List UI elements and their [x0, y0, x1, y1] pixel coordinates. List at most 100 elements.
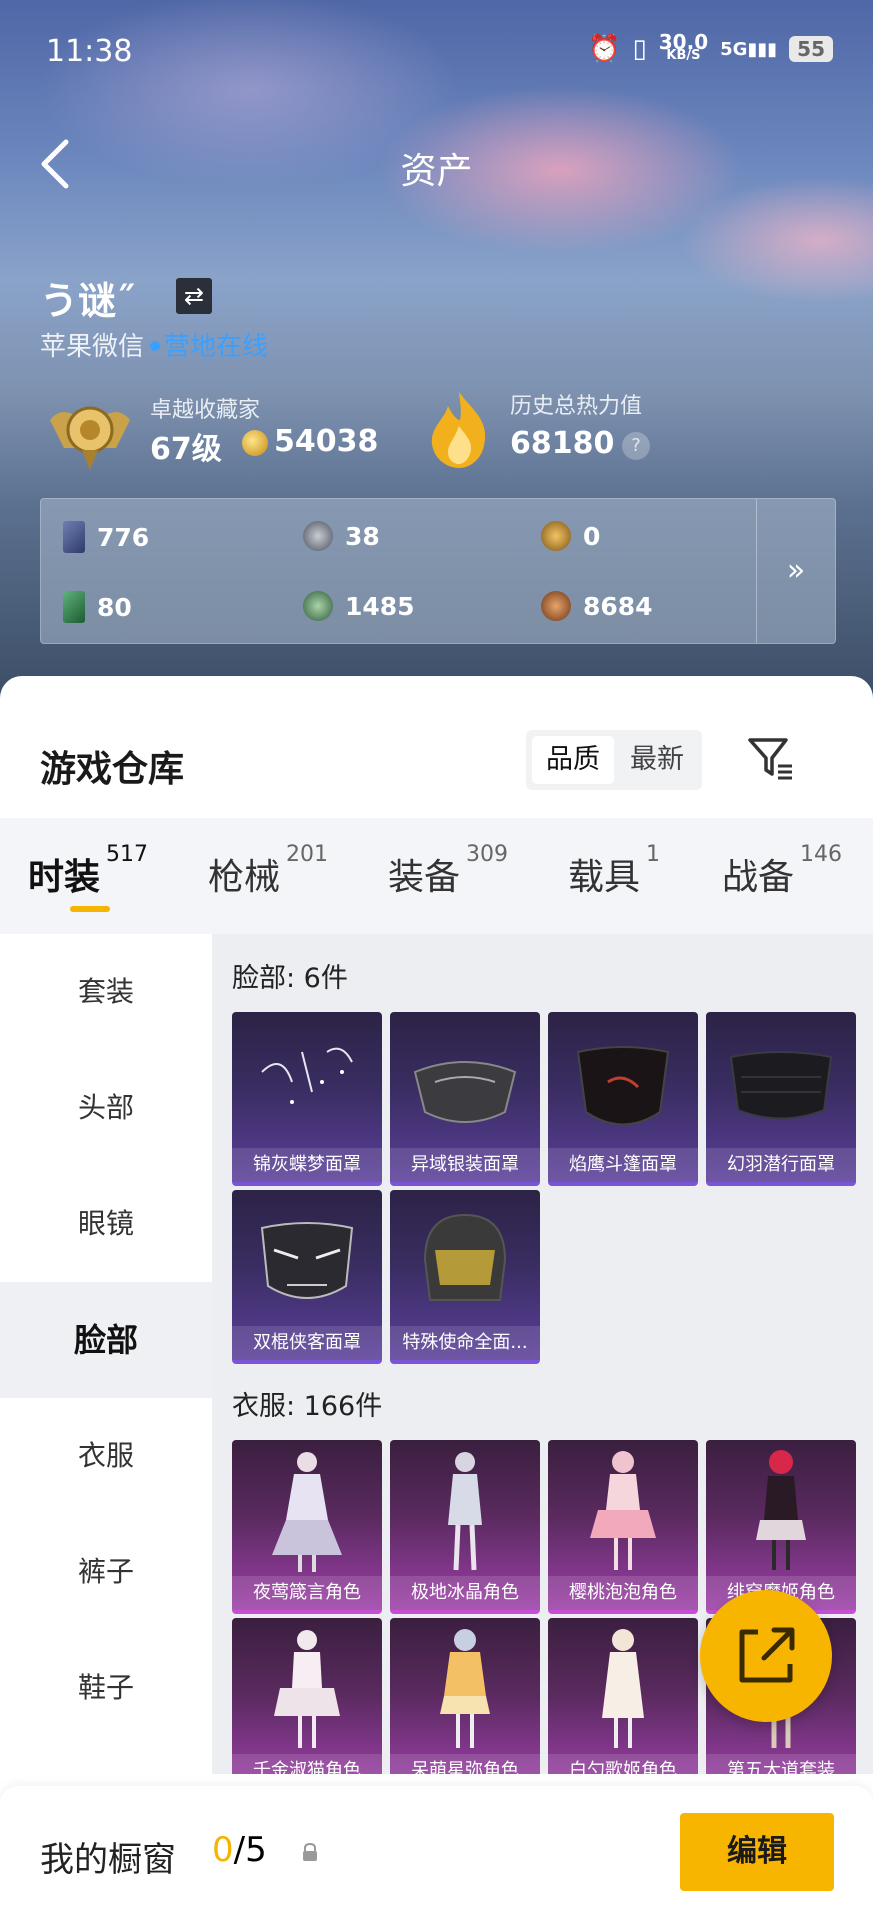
warehouse-title: 游戏仓库 — [40, 749, 185, 790]
sidebar-item-glasses[interactable]: 眼镜 — [0, 1166, 212, 1282]
item-card[interactable]: 夜莺箴言角色 — [232, 1440, 382, 1614]
tab-label: 装备 — [388, 857, 461, 898]
status-bar: 11:38 ⏰ ▯ 30.0 KB/S 5G▮▮▮ 55 — [46, 30, 833, 76]
item-card[interactable]: 千金淑猫角色 — [232, 1618, 382, 1774]
item-card[interactable]: 特殊使命全面... — [390, 1190, 540, 1364]
showcase-count: 0/5 — [212, 1830, 267, 1870]
resource-value: 0 — [583, 521, 601, 551]
item-card[interactable]: 幻羽潜行面罩 — [706, 1012, 856, 1186]
resource-value: 776 — [97, 522, 150, 552]
gold-emblem-icon — [541, 521, 571, 551]
section-title-clothes: 衣服: 166件 — [232, 1391, 383, 1422]
item-card[interactable]: 樱桃泡泡角色 — [548, 1440, 698, 1614]
page-title: 资产 — [400, 151, 473, 192]
item-name: 特殊使命全面... — [390, 1326, 540, 1360]
signal-5g-icon: 5G▮▮▮ — [720, 38, 778, 60]
collector-title: 卓越收藏家 — [150, 398, 261, 423]
lock-icon — [303, 1842, 317, 1861]
character-image — [440, 1629, 490, 1748]
resource-item[interactable]: 38 — [303, 521, 380, 551]
sort-newest-button[interactable]: 最新 — [616, 736, 698, 784]
section-title-face: 脸部: 6件 — [232, 963, 348, 994]
flame-icon — [431, 392, 486, 468]
item-name: 焰鹰斗篷面罩 — [548, 1148, 698, 1182]
tab-prep[interactable]: 战备146 — [722, 842, 842, 900]
sort-toggle: 品质 最新 — [526, 730, 702, 790]
sidebar-item-pants[interactable]: 裤子 — [0, 1514, 212, 1630]
sort-quality-button[interactable]: 品质 — [532, 736, 614, 784]
showcase-total: /5 — [233, 1830, 267, 1870]
filter-icon[interactable] — [746, 734, 794, 782]
resource-item[interactable]: 0 — [541, 521, 600, 551]
mask-image — [260, 1222, 354, 1299]
mask-image — [413, 1061, 517, 1123]
resources-more-button[interactable]: » — [756, 499, 835, 643]
edit-button[interactable]: 编辑 — [680, 1813, 834, 1891]
item-name: 双棍侠客面罩 — [232, 1326, 382, 1360]
showcase-label: 我的橱窗 — [40, 1840, 176, 1880]
item-name: 异域银装面罩 — [390, 1148, 540, 1182]
tab-equipment[interactable]: 装备309 — [388, 842, 508, 900]
item-card[interactable]: 绯穿魔姬角色 — [706, 1440, 856, 1614]
switch-account-icon[interactable]: ⇄ — [176, 278, 212, 314]
help-icon[interactable]: ? — [622, 432, 650, 460]
tab-label: 时装 — [28, 857, 101, 898]
item-card[interactable]: 焰鹰斗篷面罩 — [548, 1012, 698, 1186]
card-icon — [63, 521, 85, 553]
status-time: 11:38 — [46, 34, 133, 69]
coin-icon — [242, 430, 268, 456]
green-card-icon — [63, 591, 85, 623]
green-coin-icon — [303, 591, 333, 621]
character-image — [602, 1629, 644, 1748]
platform-status: 苹果微信 营地在线 — [40, 326, 268, 363]
tab-label: 载具 — [568, 857, 641, 898]
sidebar-item-suit[interactable]: 套装 — [0, 934, 212, 1050]
item-name: 幻羽潜行面罩 — [706, 1148, 856, 1182]
mask-image — [576, 1046, 670, 1126]
character-image — [590, 1451, 656, 1570]
tab-vehicles[interactable]: 载具1 — [568, 842, 660, 900]
item-card[interactable]: 极地冰晶角色 — [390, 1440, 540, 1614]
resource-value: 38 — [345, 521, 380, 551]
item-card[interactable]: 异域银装面罩 — [390, 1012, 540, 1186]
active-tab-indicator — [70, 906, 110, 912]
sidebar-item-face[interactable]: 脸部 — [0, 1282, 212, 1398]
mask-image — [729, 1051, 833, 1120]
battery-icon: 55 — [789, 36, 833, 62]
item-card[interactable]: 呆萌星弥角色 — [390, 1618, 540, 1774]
online-dot-icon — [150, 340, 161, 351]
bronze-coin-icon — [541, 591, 571, 621]
resources-panel: 776 38 0 80 1485 8684 » — [40, 498, 836, 644]
tab-label: 战备 — [722, 857, 795, 898]
character-image — [274, 1630, 340, 1748]
sidebar-item-clothes[interactable]: 衣服 — [0, 1398, 212, 1514]
item-card[interactable]: 白勺歌姬角色 — [548, 1618, 698, 1774]
tab-count: 1 — [646, 842, 661, 867]
tab-count: 309 — [466, 842, 509, 867]
sidebar-item-head[interactable]: 头部 — [0, 1050, 212, 1166]
tab-label: 枪械 — [208, 857, 281, 898]
tab-guns[interactable]: 枪械201 — [208, 842, 328, 900]
resource-item[interactable]: 8684 — [541, 591, 653, 621]
resource-item[interactable]: 80 — [63, 591, 132, 623]
showcase-current: 0 — [212, 1830, 234, 1870]
item-card[interactable]: 锦灰蝶梦面罩 — [232, 1012, 382, 1186]
sub-category-sidebar: 套装 头部 眼镜 脸部 衣服 裤子 鞋子 — [0, 934, 212, 1774]
status-icons: ⏰ ▯ 30.0 KB/S 5G▮▮▮ 55 — [588, 32, 833, 64]
tab-count: 146 — [800, 842, 843, 867]
resource-item[interactable]: 776 — [63, 521, 149, 553]
collector-badge-icon — [50, 406, 130, 470]
resource-item[interactable]: 1485 — [303, 591, 415, 621]
online-status: 营地在线 — [164, 332, 269, 362]
tab-fashion[interactable]: 时装517 — [28, 842, 148, 900]
item-name: 夜莺箴言角色 — [232, 1576, 382, 1610]
username: う谜˝ — [40, 279, 136, 323]
item-name: 千金淑猫角色 — [232, 1754, 382, 1774]
helmet-image — [423, 1213, 507, 1301]
collector-level: 67级 — [150, 432, 222, 467]
item-card[interactable]: 双棍侠客面罩 — [232, 1190, 382, 1364]
character-image — [272, 1452, 342, 1572]
share-button[interactable] — [700, 1590, 832, 1722]
sidebar-item-shoes[interactable]: 鞋子 — [0, 1630, 212, 1746]
character-image — [448, 1452, 482, 1571]
